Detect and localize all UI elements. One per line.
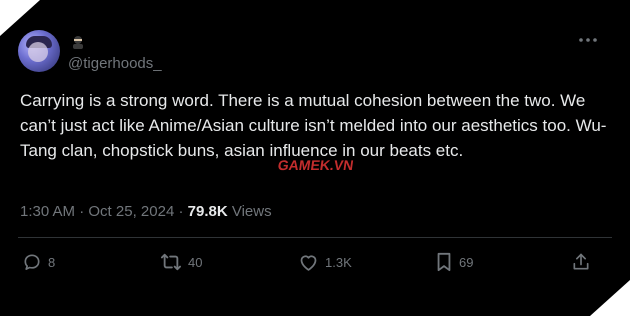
ninja-emoji-icon <box>70 34 86 50</box>
tweet-time[interactable]: 1:30 AM <box>20 203 75 220</box>
repost-count: 40 <box>188 254 203 270</box>
bookmark-icon <box>435 252 453 272</box>
user-handle[interactable]: @tigerhoods_ <box>68 56 162 72</box>
share-button[interactable] <box>571 248 591 276</box>
reply-count: 8 <box>48 254 56 270</box>
views-count: 79.8K <box>187 203 228 220</box>
bookmark-button[interactable]: 69 <box>435 248 473 276</box>
reply-icon <box>22 252 42 272</box>
repost-button[interactable]: 40 <box>160 248 202 276</box>
reply-button[interactable]: 8 <box>22 248 55 276</box>
action-bar: 8 40 1.3K 69 <box>0 248 630 276</box>
divider <box>18 237 612 238</box>
meta-separator: · <box>79 203 89 220</box>
heart-icon <box>298 252 319 272</box>
views-label: Views <box>231 203 272 220</box>
bookmark-count: 69 <box>459 254 474 270</box>
more-horizontal-icon[interactable] <box>578 34 598 46</box>
like-count: 1.3K <box>325 254 352 270</box>
tweet-text: Carrying is a strong word. There is a mu… <box>20 91 607 160</box>
tweet-meta: 1:30 AM · Oct 25, 2024 · 79.8K Views <box>20 202 272 222</box>
avatar[interactable] <box>18 30 60 72</box>
avatar-face <box>28 42 48 62</box>
share-icon <box>571 252 591 272</box>
like-button[interactable]: 1.3K <box>298 248 352 276</box>
repost-icon <box>160 252 182 272</box>
meta-separator: · <box>178 203 188 220</box>
tweet-date[interactable]: Oct 25, 2024 <box>88 203 174 220</box>
corner-decoration-bottom-right <box>590 280 630 316</box>
